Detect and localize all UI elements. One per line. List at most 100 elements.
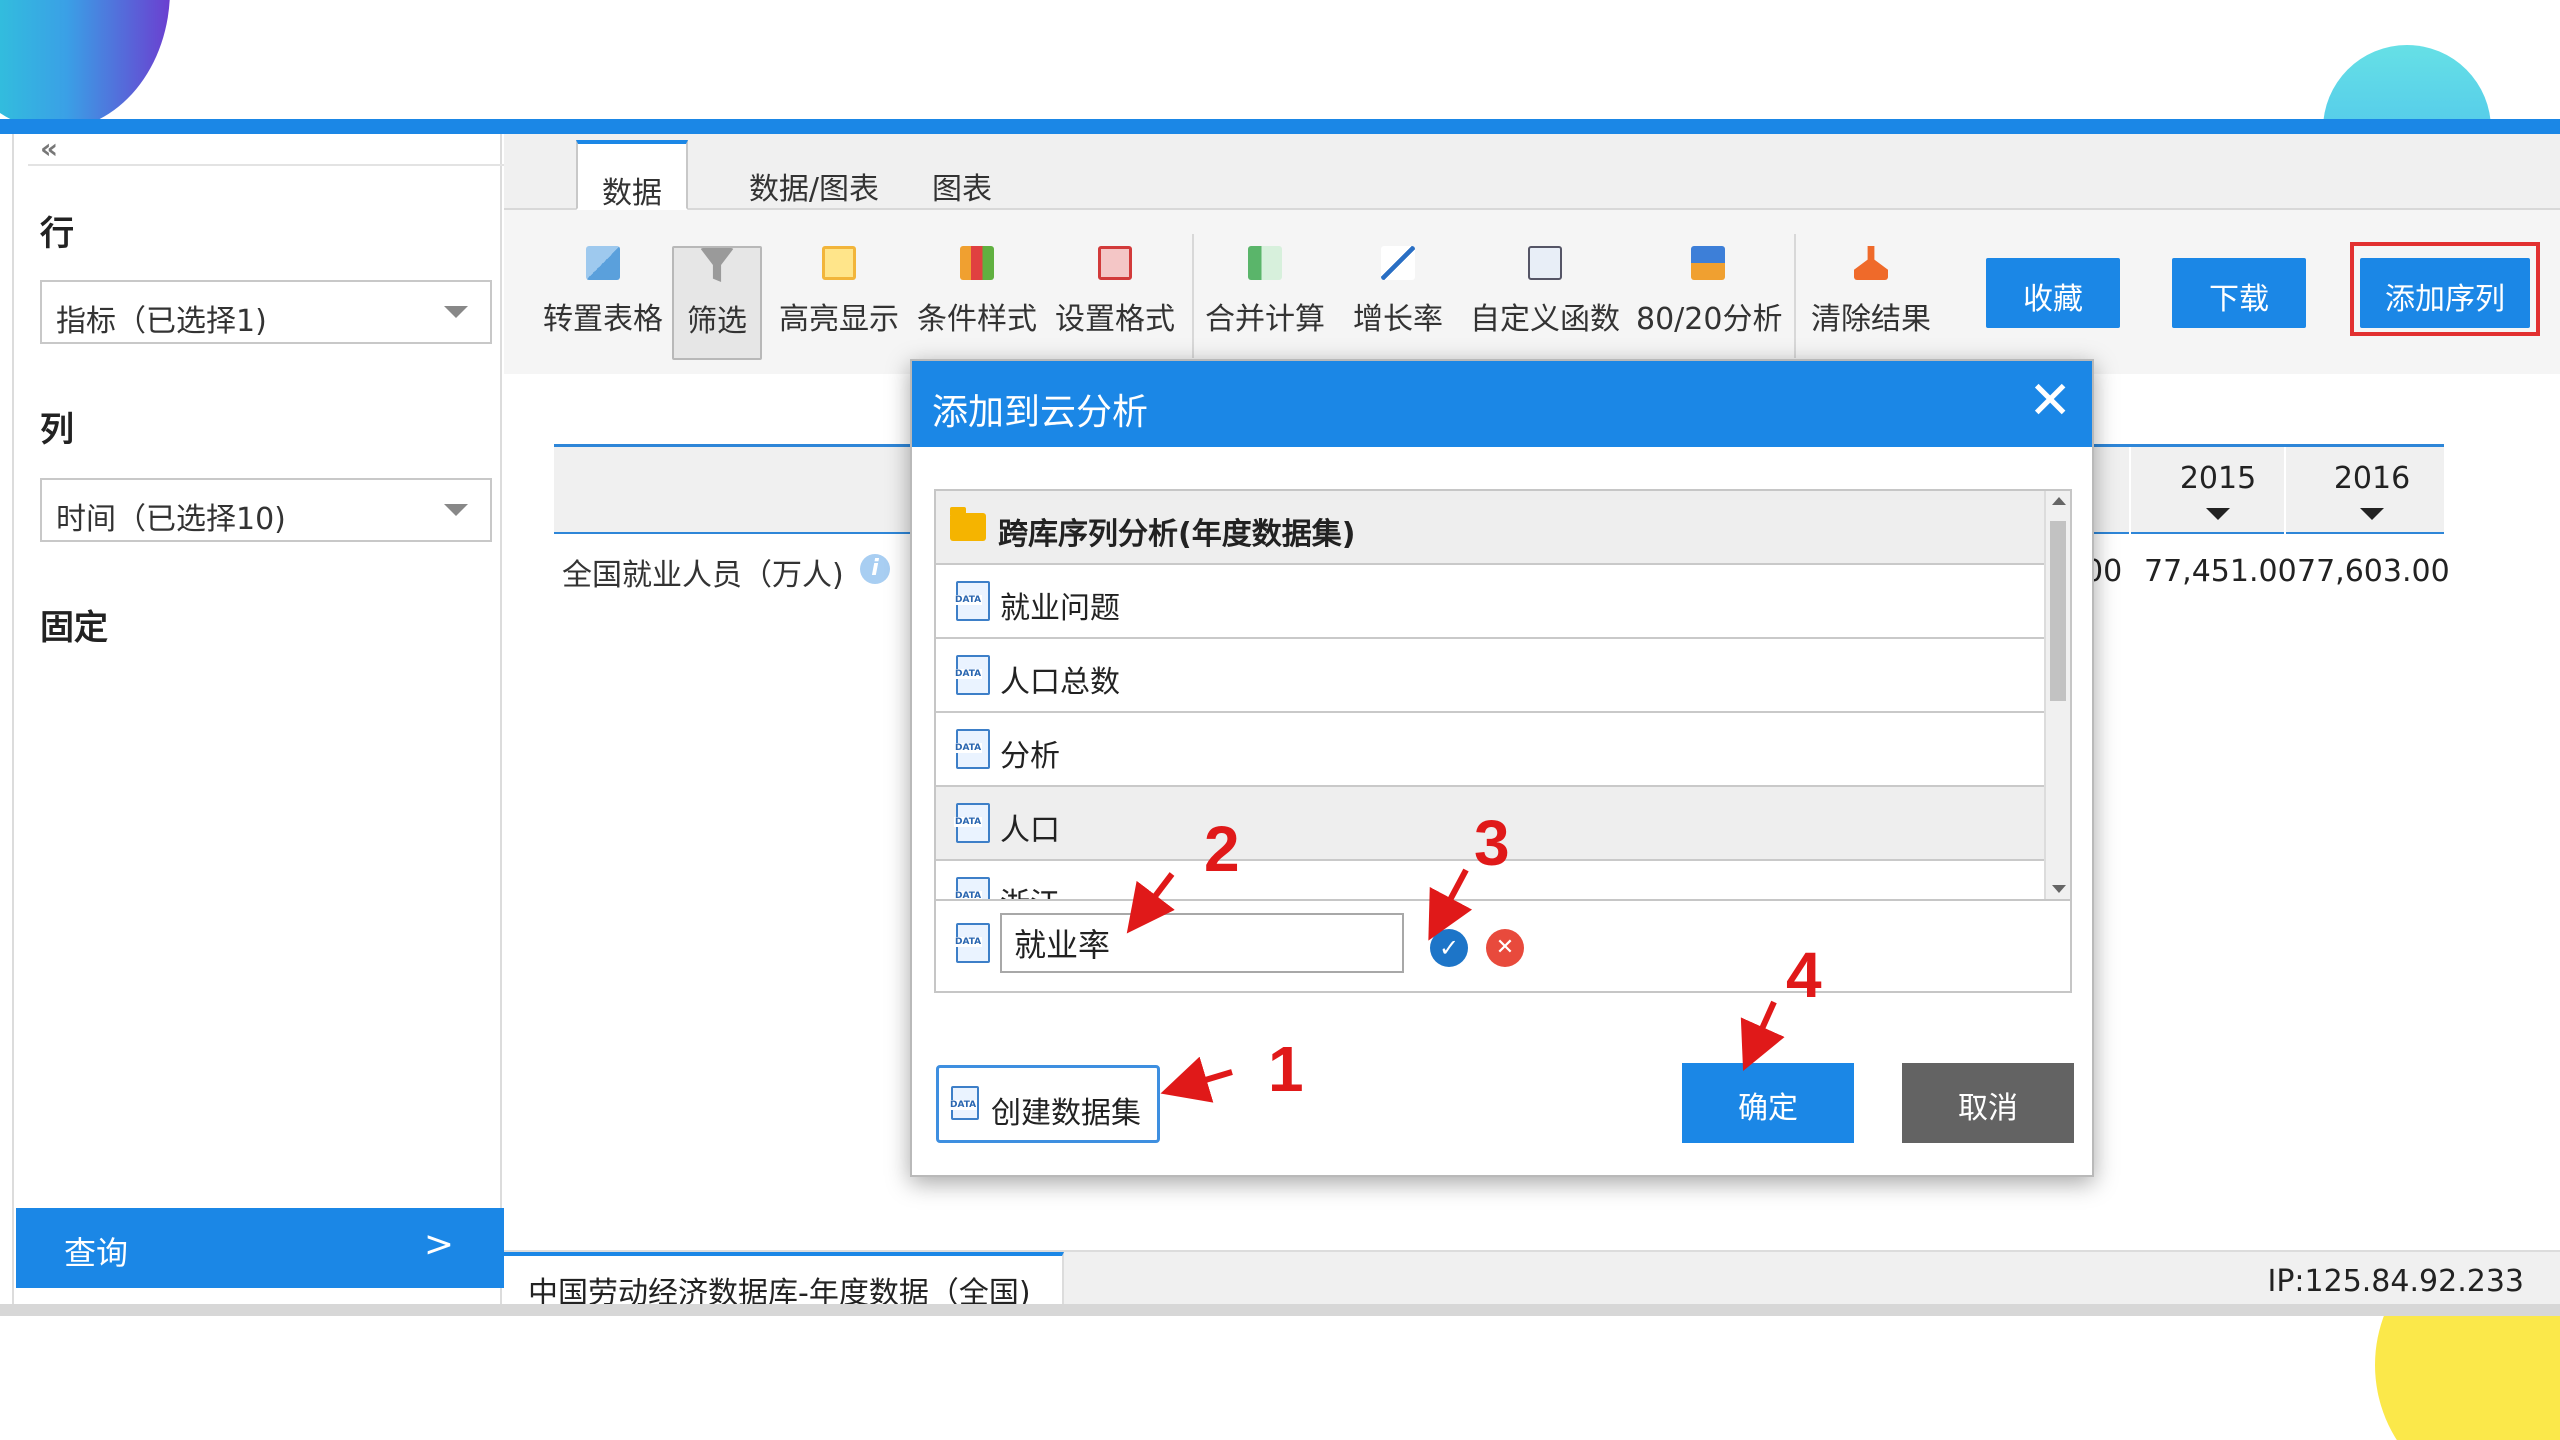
chevron-down-icon bbox=[444, 504, 468, 516]
list-item[interactable]: 人口总数 bbox=[936, 639, 2046, 713]
annotation-number-2: 2 bbox=[1204, 813, 1240, 885]
tab-data[interactable]: 数据 bbox=[576, 140, 688, 211]
table-cell-2015: 77,451.00 bbox=[2144, 554, 2297, 589]
sort-down-icon bbox=[2206, 508, 2230, 520]
merge-icon bbox=[1248, 246, 1282, 280]
column-divider bbox=[2284, 447, 2286, 535]
fixed-section-label: 固定 bbox=[40, 608, 108, 648]
chevron-right-icon: > bbox=[423, 1224, 454, 1265]
info-icon[interactable]: i bbox=[860, 554, 890, 584]
custom-function-button[interactable]: 自定义函数 bbox=[1468, 246, 1622, 360]
condition-style-label: 条件样式 bbox=[917, 302, 1037, 337]
clear-results-button[interactable]: 清除结果 bbox=[1806, 246, 1936, 360]
growth-rate-label: 增长率 bbox=[1353, 302, 1443, 337]
growth-icon bbox=[1381, 246, 1415, 280]
tab-chart[interactable]: 图表 bbox=[912, 140, 1012, 210]
function-icon bbox=[1528, 246, 1562, 280]
top-accent-bar bbox=[0, 119, 2560, 134]
query-button-label: 查询 bbox=[64, 1234, 129, 1272]
scroll-down-icon[interactable] bbox=[2052, 885, 2066, 893]
dataset-tree: 跨库序列分析(年度数据集) 就业问题 人口总数 分析 人口 浙江 bbox=[934, 489, 2072, 993]
cancel-x-icon[interactable]: ✕ bbox=[1486, 929, 1524, 967]
merge-calc-label: 合并计算 bbox=[1205, 302, 1325, 337]
add-to-cloud-dialog: 添加到云分析 ✕ 跨库序列分析(年度数据集) 就业问题 人口总数 分析 人口 浙… bbox=[910, 359, 2094, 1177]
list-item[interactable]: 就业问题 bbox=[936, 565, 2046, 639]
database-tab[interactable]: 中国劳动经济数据库-年度数据（全国) bbox=[504, 1252, 1064, 1311]
dataset-icon bbox=[954, 923, 990, 963]
tree-scrollbar[interactable] bbox=[2044, 491, 2070, 899]
list-item-label: 就业问题 bbox=[1000, 591, 1120, 626]
dataset-icon bbox=[954, 803, 990, 843]
column-select[interactable]: 时间（已选择10) bbox=[40, 478, 492, 542]
highlight-icon bbox=[822, 246, 856, 280]
decor-circle-top-left bbox=[0, 0, 170, 130]
folder-label: 跨库序列分析(年度数据集) bbox=[998, 517, 1356, 552]
list-item[interactable]: 分析 bbox=[936, 713, 2046, 787]
chevron-down-icon bbox=[444, 306, 468, 318]
row-select[interactable]: 指标（已选择1) bbox=[40, 280, 492, 344]
dataset-icon bbox=[954, 729, 990, 769]
table-row-label: 全国就业人员（万人) bbox=[562, 558, 844, 593]
ip-address: IP:125.84.92.233 bbox=[2267, 1264, 2524, 1299]
annotation-number-3: 3 bbox=[1474, 807, 1510, 879]
collapse-panel-button[interactable]: « bbox=[28, 132, 504, 166]
status-bar: 中国劳动经济数据库-年度数据（全国) IP:125.84.92.233 bbox=[504, 1250, 2560, 1311]
filter-button[interactable]: 筛选 bbox=[672, 246, 762, 360]
transpose-icon bbox=[586, 246, 620, 280]
row-section-label: 行 bbox=[40, 214, 74, 254]
pareto-analysis-button[interactable]: 80/20分析 bbox=[1636, 246, 1782, 360]
scroll-up-icon[interactable] bbox=[2052, 497, 2066, 505]
confirm-check-icon[interactable]: ✓ bbox=[1430, 929, 1468, 967]
double-chevron-left-icon: « bbox=[40, 132, 59, 165]
tab-data-chart[interactable]: 数据/图表 bbox=[730, 140, 898, 210]
list-item-label: 人口 bbox=[1000, 813, 1060, 848]
favorite-button[interactable]: 收藏 bbox=[1986, 258, 2120, 328]
dialog-titlebar: 添加到云分析 ✕ bbox=[912, 361, 2092, 447]
set-format-label: 设置格式 bbox=[1055, 302, 1175, 337]
column-header-2015[interactable]: 2015 bbox=[2158, 461, 2278, 520]
left-panel: « 行 指标（已选择1) 列 时间（已选择10) 固定 查询 > bbox=[12, 132, 504, 1306]
transpose-table-button[interactable]: 转置表格 bbox=[536, 246, 670, 360]
column-select-value: 时间（已选择10) bbox=[56, 502, 286, 537]
create-dataset-label: 创建数据集 bbox=[991, 1096, 1141, 1131]
annotation-number-1: 1 bbox=[1268, 1033, 1304, 1105]
transpose-table-label: 转置表格 bbox=[543, 302, 663, 337]
new-dataset-name-input[interactable] bbox=[1000, 913, 1404, 973]
ok-button[interactable]: 确定 bbox=[1682, 1063, 1854, 1143]
highlight-button[interactable]: 高亮显示 bbox=[776, 246, 902, 360]
condition-style-button[interactable]: 条件样式 bbox=[914, 246, 1040, 360]
close-icon[interactable]: ✕ bbox=[2028, 371, 2072, 431]
toolbar-divider bbox=[1192, 234, 1194, 358]
cancel-button[interactable]: 取消 bbox=[1902, 1063, 2074, 1143]
filter-label: 筛选 bbox=[687, 304, 747, 339]
annotation-number-4: 4 bbox=[1786, 939, 1822, 1011]
list-item-label: 人口总数 bbox=[1000, 665, 1120, 700]
clear-icon bbox=[1854, 246, 1888, 280]
sort-down-icon bbox=[2360, 508, 2384, 520]
column-header-label: 2015 bbox=[2179, 461, 2257, 496]
dialog-title: 添加到云分析 bbox=[932, 392, 1149, 433]
set-format-button[interactable]: 设置格式 bbox=[1052, 246, 1178, 360]
highlight-label: 高亮显示 bbox=[779, 302, 899, 337]
tree-folder-row[interactable]: 跨库序列分析(年度数据集) bbox=[936, 491, 2046, 565]
column-header-label: 2016 bbox=[2333, 461, 2411, 496]
create-dataset-button[interactable]: 创建数据集 bbox=[936, 1065, 1160, 1143]
window-bottom-border bbox=[0, 1304, 2560, 1316]
query-button[interactable]: 查询 > bbox=[16, 1208, 504, 1288]
custom-function-label: 自定义函数 bbox=[1470, 302, 1620, 337]
condition-style-icon bbox=[960, 246, 994, 280]
dataset-icon bbox=[954, 655, 990, 695]
tab-bar: 数据 数据/图表 图表 bbox=[504, 134, 2560, 211]
dataset-icon bbox=[949, 1086, 979, 1120]
folder-icon bbox=[950, 507, 986, 541]
growth-rate-button[interactable]: 增长率 bbox=[1350, 246, 1446, 360]
column-header-2016[interactable]: 2016 bbox=[2312, 461, 2432, 520]
clear-results-label: 清除结果 bbox=[1811, 302, 1931, 337]
add-series-button[interactable]: 添加序列 bbox=[2360, 258, 2530, 328]
download-button[interactable]: 下载 bbox=[2172, 258, 2306, 328]
scroll-thumb[interactable] bbox=[2050, 521, 2066, 701]
format-icon bbox=[1098, 246, 1132, 280]
column-divider bbox=[2129, 447, 2131, 535]
merge-calc-button[interactable]: 合并计算 bbox=[1202, 246, 1328, 360]
table-cell-2016: 77,603.00 bbox=[2297, 554, 2450, 589]
